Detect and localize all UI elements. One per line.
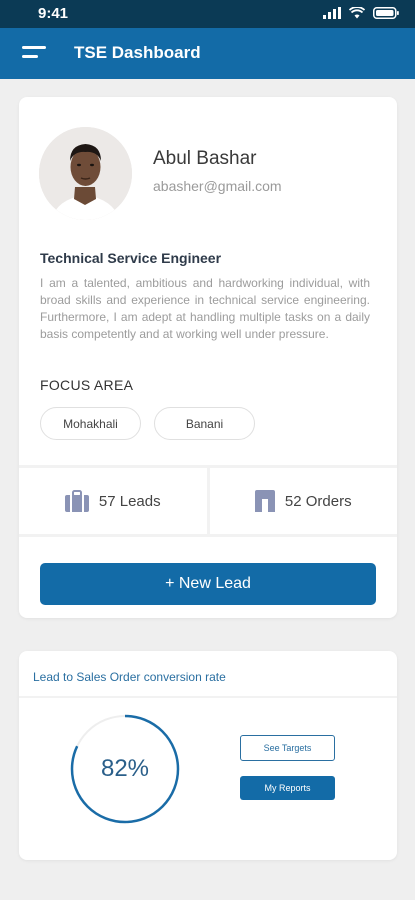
conversion-title: Lead to Sales Order conversion rate xyxy=(33,670,226,684)
stats-row: 57 Leads 52 Orders xyxy=(19,465,397,537)
my-reports-button[interactable]: My Reports xyxy=(240,776,335,800)
battery-icon xyxy=(373,7,399,19)
leads-stat[interactable]: 57 Leads xyxy=(19,468,207,534)
profile-bio: I am a talented, ambitious and hardworki… xyxy=(40,276,370,341)
status-time: 9:41 xyxy=(38,5,69,22)
page-title: TSE Dashboard xyxy=(74,43,201,62)
new-lead-button[interactable]: + New Lead xyxy=(40,563,376,605)
orders-icon xyxy=(254,490,275,512)
focus-area-chip-mohakhali[interactable]: Mohakhali xyxy=(40,407,141,440)
briefcase-icon xyxy=(64,490,89,512)
job-title: Technical Service Engineer xyxy=(40,250,222,266)
profile-email: abasher@gmail.com xyxy=(153,178,282,194)
avatar xyxy=(39,127,132,220)
app-bar: TSE Dashboard xyxy=(0,28,415,79)
divider xyxy=(19,696,397,698)
conversion-card: Lead to Sales Order conversion rate 82% … xyxy=(19,651,397,860)
focus-area-chip-banani[interactable]: Banani xyxy=(154,407,255,440)
orders-stat[interactable]: 52 Orders xyxy=(206,468,398,534)
menu-icon[interactable] xyxy=(22,44,48,64)
leads-count: 57 Leads xyxy=(98,492,161,510)
status-icons xyxy=(323,7,399,19)
wifi-icon xyxy=(349,7,365,19)
focus-area-label: FOCUS AREA xyxy=(40,377,134,393)
profile-name: Abul Bashar xyxy=(153,148,257,169)
see-targets-button[interactable]: See Targets xyxy=(240,735,335,761)
status-bar: 9:41 xyxy=(0,0,415,28)
conversion-rate-value: 82% xyxy=(100,755,150,782)
orders-count: 52 Orders xyxy=(284,492,352,510)
signal-icon xyxy=(323,7,341,19)
profile-card: Abul Bashar abasher@gmail.com Technical … xyxy=(19,97,397,618)
avatar-photo xyxy=(39,127,132,220)
